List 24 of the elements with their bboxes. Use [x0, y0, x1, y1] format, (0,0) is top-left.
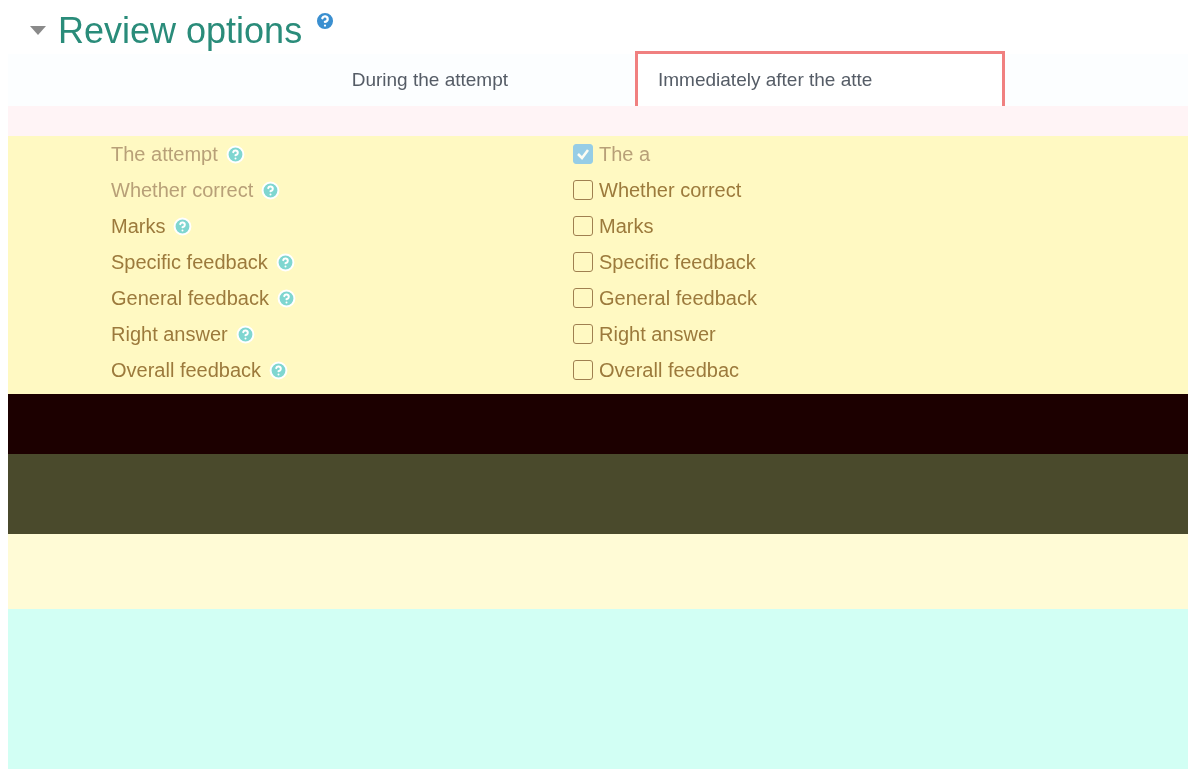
checkbox[interactable] — [573, 180, 593, 200]
checkbox-label: The a — [599, 142, 651, 167]
checkmark-icon — [576, 147, 590, 161]
option-label: Marks — [111, 214, 166, 239]
checkbox[interactable] — [573, 216, 593, 236]
checkbox[interactable] — [573, 324, 593, 344]
checkbox-label: Overall feedbac — [599, 358, 740, 383]
option-label: Whether correct — [111, 178, 254, 203]
checkbox[interactable] — [573, 252, 593, 272]
option-label: Specific feedback — [111, 250, 268, 275]
option-label: The attempt — [111, 142, 218, 167]
checkbox-label: Marks — [599, 214, 654, 239]
checkbox-label: Specific feedback — [599, 250, 756, 275]
checkbox-label: General feedback — [599, 286, 757, 311]
checkbox[interactable] — [573, 360, 593, 380]
collapse-caret-icon[interactable] — [30, 26, 46, 36]
section-title[interactable]: Review options — [58, 13, 303, 49]
checkbox-label: Right answer — [599, 322, 716, 347]
option-label: Overall feedback — [111, 358, 262, 383]
checkbox[interactable] — [573, 288, 593, 308]
checkbox-label: Whether correct — [599, 178, 742, 203]
column-heading: During the attempt — [351, 67, 508, 92]
option-label: Right answer — [111, 322, 228, 347]
option-label: General feedback — [111, 286, 269, 311]
